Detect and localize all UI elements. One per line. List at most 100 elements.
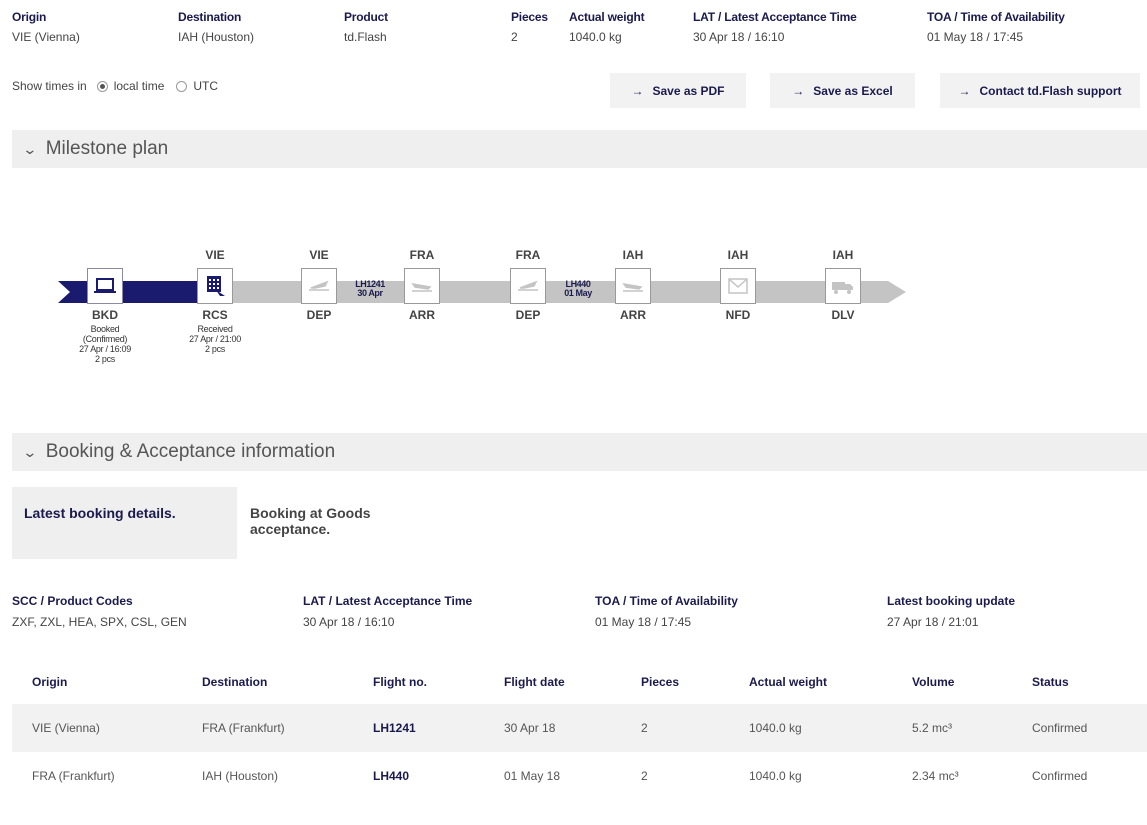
truck-icon (832, 282, 853, 294)
time-zone-toggle: Show times in local time UTC (12, 79, 220, 93)
summary-destination: Destination IAH (Houston) (178, 10, 254, 44)
contact-support-button[interactable]: → Contact td.Flash support (940, 73, 1140, 108)
info-update-value: 27 Apr 18 / 21:01 (887, 615, 979, 629)
tab-latest-booking[interactable]: Latest booking details. (12, 487, 237, 559)
milestone-node-bkd[interactable] (87, 268, 123, 304)
cell-status: Confirmed (1032, 721, 1088, 735)
summary-product-value: td.Flash (344, 30, 387, 44)
column-header: Actual weight (749, 675, 828, 689)
cell-status: Confirmed (1032, 769, 1088, 783)
milestone-code-vie-dep: DEP (306, 308, 332, 322)
arrow-right-icon: → (958, 83, 971, 98)
milestone-station-iah-dlv: IAH (832, 248, 854, 262)
milestone-code-fra-dep: DEP (515, 308, 541, 322)
milestone-node-iah-dlv[interactable] (825, 268, 861, 304)
summary-pieces-value: 2 (511, 30, 518, 44)
milestone-node-vie-dep[interactable] (301, 268, 337, 304)
info-scc-label: SCC / Product Codes (12, 594, 133, 608)
summary-pieces-label: Pieces (511, 10, 548, 24)
cell-flight-date: 30 Apr 18 (504, 721, 556, 735)
milestone-detail-bkd: (Confirmed) (82, 334, 128, 344)
cell-destination: FRA (Frankfurt) (202, 721, 285, 735)
milestone-plan: BKD Booked (Confirmed) 27 Apr / 16:09 2 … (58, 248, 918, 398)
time-zone-label: Show times in (12, 79, 87, 93)
summary-origin-label: Origin (12, 10, 47, 24)
summary-weight-label: Actual weight (569, 10, 645, 24)
summary-weight-value: 1040.0 kg (569, 30, 622, 44)
milestone-pcs-rcs: 2 pcs (204, 344, 225, 354)
laptop-icon (94, 278, 116, 293)
milestone-end-arrow (888, 281, 906, 303)
cell-flight-no[interactable]: LH1241 (373, 704, 416, 752)
milestone-flight-1[interactable]: LH1241 30 Apr (348, 280, 392, 298)
booking-acceptance-header[interactable]: ⌄ Booking & Acceptance information (12, 433, 1147, 471)
cell-origin: VIE (Vienna) (32, 721, 100, 735)
info-toa-label: TOA / Time of Availability (595, 594, 738, 608)
flight-table: Origin Destination Flight no. Flight dat… (12, 660, 1147, 800)
milestone-code-rcs: RCS (202, 308, 228, 322)
milestone-flight-2[interactable]: LH440 01 May (556, 280, 600, 298)
milestone-status-rcs: Received (197, 324, 233, 334)
milestone-station-iah-nfd: IAH (727, 248, 749, 262)
summary-toa: TOA / Time of Availability 01 May 18 / 1… (927, 10, 1065, 44)
milestone-station-fra-dep: FRA (515, 248, 541, 262)
save-excel-button[interactable]: → Save as Excel (770, 73, 915, 108)
milestone-plan-title: Milestone plan (45, 138, 169, 159)
milestone-band (58, 281, 906, 303)
milestone-node-fra-arr[interactable] (404, 268, 440, 304)
milestone-node-rcs[interactable] (197, 268, 233, 304)
utc-label[interactable]: UTC (193, 79, 218, 93)
milestone-station-rcs: VIE (205, 248, 225, 262)
local-time-label[interactable]: local time (114, 79, 165, 93)
table-row[interactable]: VIE (Vienna) FRA (Frankfurt) LH1241 30 A… (12, 704, 1147, 752)
cell-flight-no[interactable]: LH440 (373, 752, 409, 800)
summary-toa-value: 01 May 18 / 17:45 (927, 30, 1024, 44)
milestone-code-fra-arr: ARR (409, 308, 435, 322)
summary-destination-value: IAH (Houston) (178, 30, 255, 44)
booking-acceptance-title: Booking & Acceptance information (45, 441, 336, 462)
utc-radio[interactable] (176, 80, 188, 92)
milestone-pcs-bkd: 2 pcs (94, 354, 115, 364)
plane-arrive-icon (622, 282, 643, 292)
summary-destination-label: Destination (178, 10, 242, 24)
column-header: Flight date (504, 675, 565, 689)
info-update-label: Latest booking update (887, 594, 1016, 608)
summary-origin-value: VIE (Vienna) (12, 30, 80, 44)
milestone-code-iah-dlv: DLV (831, 308, 855, 322)
local-time-radio[interactable] (96, 80, 108, 92)
tab-booking-at-acceptance[interactable]: Booking at Goods acceptance. (238, 487, 408, 559)
chevron-down-icon: ⌄ (22, 443, 38, 460)
summary-origin: Origin VIE (Vienna) (12, 10, 80, 44)
table-header-row: Origin Destination Flight no. Flight dat… (12, 660, 1147, 704)
milestone-time-rcs: 27 Apr / 21:00 (189, 334, 241, 344)
summary-product-label: Product (344, 10, 388, 24)
cell-weight: 1040.0 kg (749, 721, 802, 735)
plane-depart-icon (518, 280, 538, 291)
info-update: Latest booking update 27 Apr 18 / 21:01 (887, 594, 1015, 629)
cell-pieces: 2 (641, 721, 648, 735)
column-header: Volume (912, 675, 955, 689)
milestone-code-iah-nfd: NFD (725, 308, 751, 322)
milestone-status-bkd: Booked (90, 324, 120, 334)
column-header: Status (1032, 675, 1069, 689)
column-header: Origin (32, 675, 68, 689)
save-pdf-button[interactable]: → Save as PDF (610, 73, 746, 108)
column-header: Flight no. (373, 675, 427, 689)
summary-lat: LAT / Latest Acceptance Time 30 Apr 18 /… (693, 10, 857, 44)
summary-lat-value: 30 Apr 18 / 16:10 (693, 30, 785, 44)
info-lat-value: 30 Apr 18 / 16:10 (303, 615, 395, 629)
milestone-node-iah-arr[interactable] (615, 268, 651, 304)
info-toa: TOA / Time of Availability 01 May 18 / 1… (595, 594, 738, 629)
milestone-node-fra-dep[interactable] (510, 268, 546, 304)
milestone-plan-header[interactable]: ⌄ Milestone plan (12, 130, 1147, 168)
summary-product: Product td.Flash (344, 10, 388, 44)
table-row[interactable]: FRA (Frankfurt) IAH (Houston) LH440 01 M… (12, 752, 1147, 800)
summary-weight: Actual weight 1040.0 kg (569, 10, 645, 44)
milestone-note-rcs: Received 27 Apr / 21:00 2 pcs (175, 324, 255, 354)
contact-support-label: Contact td.Flash support (979, 83, 1122, 98)
cell-volume: 5.2 mc³ (912, 721, 953, 735)
milestone-code-iah-arr: ARR (620, 308, 646, 322)
milestone-node-iah-nfd[interactable] (720, 268, 756, 304)
milestone-flight-1-date: 30 Apr (357, 288, 383, 298)
cell-origin: FRA (Frankfurt) (32, 769, 115, 783)
